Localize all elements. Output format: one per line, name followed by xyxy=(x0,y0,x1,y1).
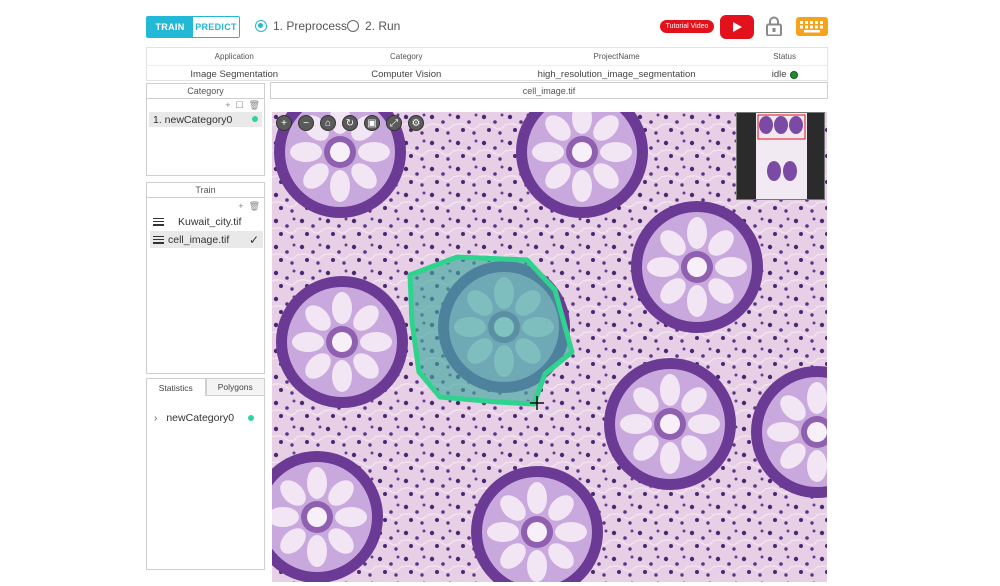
step-run-radio[interactable]: 2. Run xyxy=(347,19,400,33)
application-value: Image Segmentation xyxy=(190,69,279,80)
checkmark-icon: ✓ xyxy=(248,232,259,247)
category-tools: + ☐ 🗑 xyxy=(225,100,260,111)
train-item-kuwait-city[interactable]: Kuwait_city.tif xyxy=(150,213,263,230)
header-status: Status xyxy=(773,52,796,61)
project-info-row: Image Segmentation Computer Vision high_… xyxy=(147,66,827,83)
viewer-zoom-toolbar: + − ⌂ ↻ ▣ ⤢ ⚙ xyxy=(276,115,424,131)
step-preprocess-radio[interactable]: 1. Preprocess xyxy=(255,19,347,33)
tab-polygons[interactable]: Polygons xyxy=(205,378,265,396)
rotate-icon[interactable]: ↻ xyxy=(342,115,358,131)
minimap-viewport xyxy=(756,113,807,199)
add-category-icon[interactable]: + xyxy=(225,100,230,111)
predict-mode-button[interactable]: PREDICT xyxy=(193,17,239,37)
header-category: Category xyxy=(390,52,423,61)
project-info-header: Application Category ProjectName Status xyxy=(147,48,827,66)
train-item-label: Kuwait_city.tif xyxy=(178,215,242,228)
header-project-name: ProjectName xyxy=(593,52,640,61)
train-tools: + 🗑 xyxy=(238,201,260,212)
edit-category-icon[interactable]: ☐ xyxy=(235,100,243,111)
step-preprocess-label: 1. Preprocess xyxy=(273,19,348,33)
youtube-icon[interactable] xyxy=(720,15,754,39)
delete-train-image-icon[interactable]: 🗑 xyxy=(249,201,260,212)
fullscreen-icon[interactable]: ⤢ xyxy=(386,115,402,131)
status-indicator-icon xyxy=(789,70,798,79)
zoom-in-icon[interactable]: + xyxy=(276,115,292,131)
category-value: Computer Vision xyxy=(371,69,442,80)
category-panel: Category + ☐ 🗑 xyxy=(146,83,265,176)
fit-icon[interactable]: ▣ xyxy=(364,115,380,131)
category-item-label: 1. newCategory0 xyxy=(153,113,233,126)
tab-statistics[interactable]: Statistics xyxy=(146,378,206,396)
lock-icon[interactable] xyxy=(765,16,783,37)
mode-toggle: TRAIN PREDICT xyxy=(146,16,240,38)
project-info-table: Application Category ProjectName Status … xyxy=(146,47,828,81)
navigator-minimap[interactable] xyxy=(736,112,825,200)
status-value: idle xyxy=(771,69,787,80)
expand-arrow-icon[interactable]: › xyxy=(154,413,157,424)
train-item-label: cell_image.tif xyxy=(168,233,230,246)
train-panel-title: Train xyxy=(147,183,264,198)
tutorial-video-button[interactable]: Tutorial Video xyxy=(660,20,714,33)
status-cell: idle xyxy=(742,69,827,80)
header-application: Application xyxy=(214,52,254,61)
image-title: cell_image.tif xyxy=(270,82,828,99)
category-color-dot-icon xyxy=(248,415,254,421)
train-panel: Train + 🗑 Kuwait_city.tif cell_image.tif… xyxy=(146,182,265,374)
list-icon xyxy=(153,235,164,244)
category-item[interactable]: 1. newCategory0 xyxy=(149,112,262,127)
category-panel-title: Category xyxy=(147,84,264,99)
step-run-label: 2. Run xyxy=(365,19,401,33)
radio-unselected-icon xyxy=(347,20,359,32)
statistics-item-label: newCategory0 xyxy=(166,412,235,424)
radio-selected-icon xyxy=(255,20,267,32)
train-item-cell-image[interactable]: cell_image.tif ✓ xyxy=(150,231,263,248)
zoom-out-icon[interactable]: − xyxy=(298,115,314,131)
list-icon xyxy=(153,217,164,226)
add-train-image-icon[interactable]: + xyxy=(238,201,243,212)
delete-category-icon[interactable]: 🗑 xyxy=(249,100,260,111)
project-name-value: high_resolution_image_segmentation xyxy=(537,69,696,80)
home-icon[interactable]: ⌂ xyxy=(320,115,336,131)
bottom-tabs: Statistics Polygons xyxy=(146,378,265,396)
statistics-item[interactable]: › newCategory0 xyxy=(154,410,260,426)
keyboard-icon[interactable] xyxy=(796,17,828,36)
settings-icon[interactable]: ⚙ xyxy=(408,115,424,131)
category-color-dot-icon xyxy=(252,116,258,122)
train-mode-button[interactable]: TRAIN xyxy=(147,17,193,37)
